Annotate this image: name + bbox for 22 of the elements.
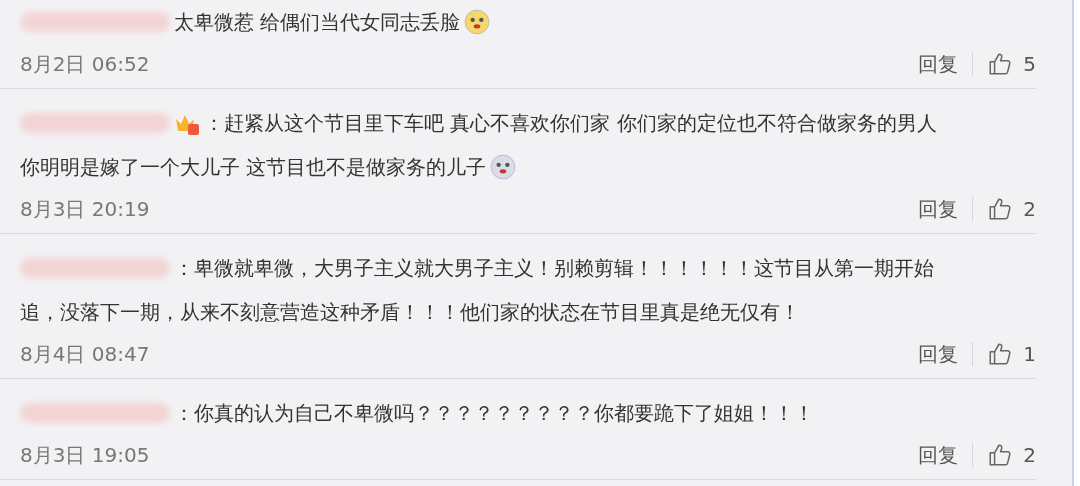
reply-button[interactable]: 回复 bbox=[918, 340, 959, 368]
comment-date: 8月3日 19:05 bbox=[20, 441, 150, 469]
comment-text: ：你真的认为自己不卑微吗？？？？？？？？？你都要跪下了姐姐！！！ bbox=[174, 399, 814, 427]
like-count: 2 bbox=[1023, 197, 1036, 221]
comment-date: 8月4日 08:47 bbox=[20, 340, 150, 368]
like-count: 1 bbox=[1023, 342, 1036, 366]
comment-text: 你明明是嫁了一个大儿子 这节目也不是做家务的儿子 bbox=[20, 153, 487, 181]
reply-button[interactable]: 回复 bbox=[918, 50, 959, 78]
comment-text: 追，没落下一期，从来不刻意营造这种矛盾！！！他们家的状态在节目里真是绝无仅有！ bbox=[20, 298, 800, 326]
like-icon[interactable] bbox=[987, 196, 1014, 222]
comment-date: 8月2日 06:52 bbox=[20, 50, 150, 78]
like-icon[interactable] bbox=[987, 51, 1014, 77]
comment-text: 太卑微惹 给偶们当代女同志丢脸 bbox=[174, 8, 461, 36]
comment-text: ：卑微就卑微，大男子主义就大男子主义！别赖剪辑！！！！！！这节目从第一期开始 bbox=[174, 254, 934, 282]
like-count: 5 bbox=[1023, 52, 1036, 76]
comment-date: 8月3日 20:19 bbox=[20, 195, 150, 223]
reply-button[interactable]: 回复 bbox=[918, 195, 959, 223]
comment-text: ：赶紧从这个节目里下车吧 真心不喜欢你们家 你们家的定位也不符合做家务的男人 bbox=[204, 109, 937, 137]
reply-button[interactable]: 回复 bbox=[918, 441, 959, 469]
like-icon[interactable] bbox=[987, 442, 1014, 468]
like-icon[interactable] bbox=[987, 341, 1014, 367]
like-count: 2 bbox=[1023, 443, 1036, 467]
